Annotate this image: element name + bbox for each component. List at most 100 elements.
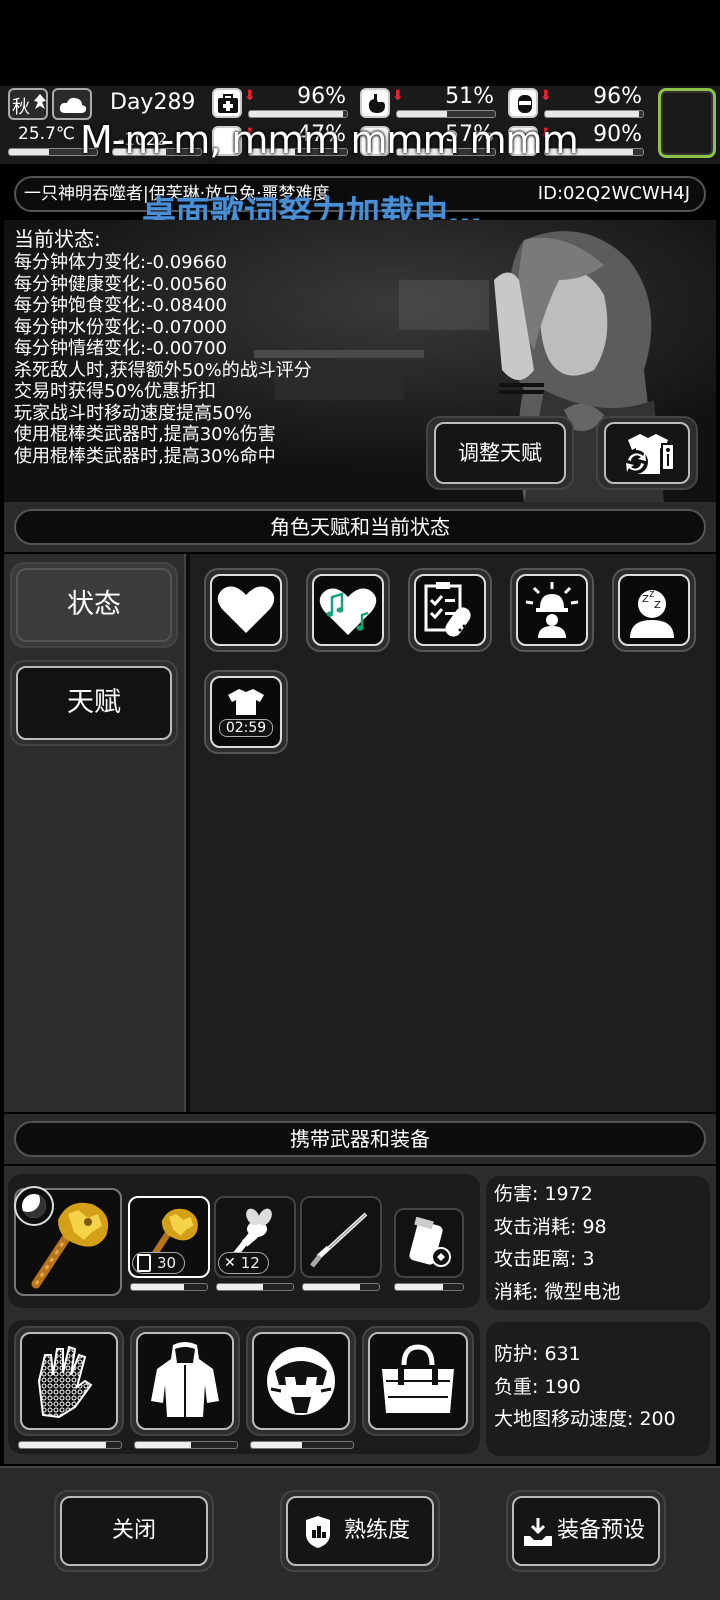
tab-talent[interactable]: 天赋 (16, 666, 172, 740)
bottle-icon (508, 88, 538, 118)
sleeping-person-icon: Z ZZ (630, 590, 674, 638)
crossed-tools-icon: ✕ (224, 1255, 236, 1271)
adjust-talent-label: 调整天赋 (458, 441, 542, 465)
hunger-down-arrow: ⬇ (392, 88, 404, 104)
weapon-count: 30 (157, 1254, 177, 1272)
alarm-person-icon (525, 582, 579, 638)
weapon-count-badge: ✕ 12 (218, 1252, 269, 1274)
equipment-section-title: 携带武器和装备 (290, 1127, 430, 1151)
status-line: 每分钟饱食变化:-0.08400 (14, 295, 227, 316)
svg-text:Z: Z (654, 600, 661, 611)
quick-slot[interactable] (658, 88, 716, 158)
weapon-consume: 消耗: 微型电池 (494, 1280, 621, 1303)
desktop-lyric-overlay: M-m-m, mmm mmm mmm (80, 118, 579, 162)
health-down-arrow: ⬇ (244, 88, 256, 104)
status-line: 使用棍棒类武器时,提高30%伤害 (14, 424, 276, 445)
status-tile[interactable] (306, 568, 390, 652)
tab-talent-label: 天赋 (67, 687, 121, 718)
map-move-speed: 大地图移动速度: 200 (494, 1408, 676, 1430)
hunger-bar (396, 110, 496, 118)
moon-icon (22, 1194, 46, 1218)
gloves-slot[interactable] (20, 1332, 118, 1430)
health-percent: 96% (297, 84, 346, 109)
close-label: 关闭 (111, 1518, 156, 1543)
thirst-down-arrow: ⬇ (540, 88, 552, 104)
season-label: 秋 (12, 97, 30, 118)
helmet-slot[interactable] (252, 1332, 350, 1430)
shirt-timer: 02:59 (218, 719, 274, 737)
thirst-bar (544, 110, 644, 118)
weapon-damage: 伤害: 1972 (494, 1183, 593, 1205)
status-line: 每分钟水份变化:-0.07000 (14, 316, 227, 338)
weather-box (52, 88, 92, 120)
character-id: ID:02Q2WCWH4J (537, 183, 690, 204)
character-status-panel: 当前状态: 每分钟体力变化:-0.09660 每分钟健康变化:-0.00560 … (4, 220, 716, 502)
swap-outfit-button[interactable] (604, 422, 690, 484)
status-title: 当前状态: (14, 227, 101, 251)
svg-text:Z: Z (642, 594, 649, 605)
weapon-durability-bar (216, 1283, 294, 1291)
armored-helmet-icon (267, 1347, 335, 1415)
tab-status-label: 状态 (67, 589, 121, 620)
preset-tray-icon (524, 1518, 552, 1546)
weapon-durability-bar (394, 1283, 464, 1291)
armor-durability-bar (134, 1441, 238, 1449)
podium-icon (306, 1516, 330, 1548)
status-tile[interactable] (204, 568, 288, 652)
proficiency-button[interactable]: 熟练度 (286, 1496, 434, 1566)
weapon-durability-bar (130, 1283, 208, 1291)
equipment-preset-button[interactable]: 装备预设 (512, 1496, 660, 1566)
status-tile[interactable] (408, 568, 492, 652)
equipment-section-header: 携带武器和装备 (14, 1121, 706, 1157)
adjust-talent-button[interactable]: 调整天赋 (434, 422, 566, 484)
temperature: 25.7℃ (18, 124, 75, 144)
status-line: 每分钟健康变化:-0.00560 (14, 273, 227, 295)
status-line: 杀死敌人时,获得额外50%的战斗评分 (14, 359, 312, 381)
close-button[interactable]: 关闭 (60, 1496, 208, 1566)
day-counter: Day289 (110, 90, 196, 115)
music-heart-icon (319, 588, 377, 635)
tab-status[interactable]: 状态 (16, 568, 172, 642)
status-line: 玩家战斗时移动速度提高50% (14, 402, 253, 424)
duffel-bag-icon (382, 1344, 454, 1413)
weapon-attack-range: 攻击距离: 3 (494, 1248, 595, 1270)
leaf-icon (34, 94, 46, 109)
shirt-icon (228, 689, 264, 715)
armor-stats-box: 防护: 631 负重: 190 大地图移动速度: 200 (486, 1322, 710, 1456)
bag-slot[interactable] (368, 1332, 468, 1430)
weapon-durability-bar (302, 1283, 380, 1291)
thirst-percent: 96% (593, 84, 642, 109)
status-line: 交易时获得50%优惠折扣 (14, 381, 217, 402)
weapon-slot[interactable]: 30 (128, 1196, 210, 1278)
coat-slot[interactable] (136, 1332, 234, 1430)
status-line: 使用棍棒类武器时,提高30%命中 (14, 445, 276, 467)
talent-section-title: 角色天赋和当前状态 (270, 515, 450, 539)
chainmail-gloves-icon (37, 1345, 93, 1419)
weapon-slot[interactable]: ✕ 12 (214, 1196, 296, 1278)
weapon-count-badge: 30 (132, 1252, 186, 1274)
status-tile[interactable]: 02:59 (204, 670, 288, 754)
season-box: 秋 (8, 88, 48, 120)
battery-pack-icon (409, 1216, 451, 1267)
hunger-percent: 51% (445, 84, 494, 109)
status-line: 每分钟情绪变化:-0.00700 (14, 338, 227, 359)
armor-durability-bar (18, 1441, 122, 1449)
status-tile[interactable]: ZZZ (612, 568, 696, 652)
weapon-stats-box: 伤害: 1972 攻击消耗: 98 攻击距离: 3 消耗: 微型电池 (486, 1176, 710, 1310)
medical-checklist-icon (424, 582, 471, 637)
status-text-block: 当前状态: 每分钟体力变化:-0.09660 每分钟健康变化:-0.00560 … (14, 226, 312, 467)
svg-text:Z: Z (649, 590, 655, 599)
armor-defense: 防护: 631 (494, 1343, 581, 1365)
status-tile[interactable] (510, 568, 594, 652)
weapon-slot[interactable] (394, 1208, 464, 1278)
hooded-coat-icon (151, 1342, 219, 1417)
stomach-icon (360, 88, 390, 118)
armor-load: 负重: 190 (494, 1375, 581, 1398)
refresh-shirt-icon (624, 434, 675, 474)
weapon-slot[interactable] (300, 1196, 382, 1278)
cloud-icon (59, 97, 87, 113)
weapon-count: 12 (240, 1254, 260, 1272)
sword-icon (310, 1212, 368, 1268)
medkit-icon (212, 88, 242, 118)
armor-durability-bar (250, 1441, 354, 1449)
